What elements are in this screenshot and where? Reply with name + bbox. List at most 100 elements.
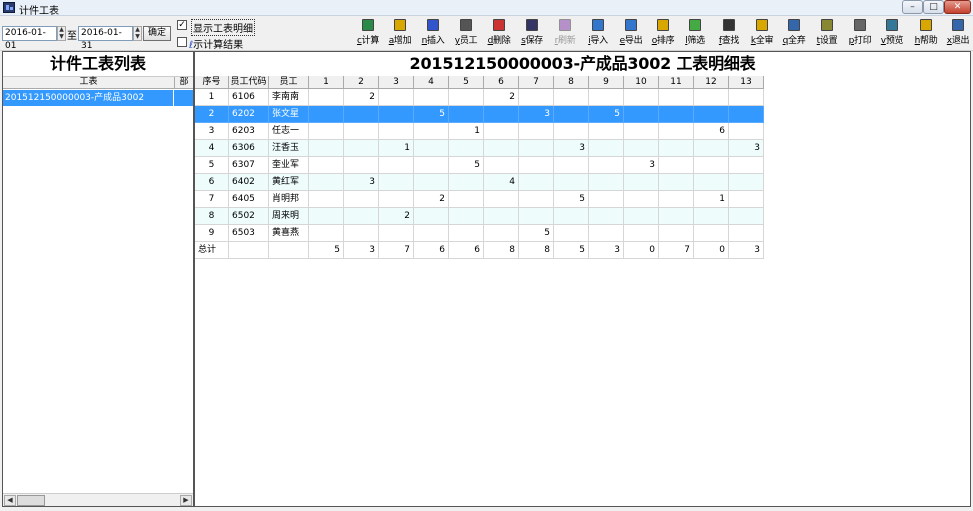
quantity-cell[interactable]: [659, 123, 694, 140]
employee-code-cell[interactable]: 6306: [229, 140, 269, 157]
add-button[interactable]: a增加: [384, 18, 416, 49]
quantity-cell[interactable]: [484, 123, 519, 140]
quantity-cell[interactable]: [659, 140, 694, 157]
quantity-cell[interactable]: 1: [694, 191, 729, 208]
quantity-cell[interactable]: [729, 106, 764, 123]
column-header[interactable]: 序号: [195, 76, 229, 89]
import-button[interactable]: i导入: [582, 18, 614, 49]
minimize-button[interactable]: –: [902, 0, 923, 14]
quantity-cell[interactable]: [659, 208, 694, 225]
quantity-cell[interactable]: [554, 106, 589, 123]
dept-column-header[interactable]: 部: [175, 77, 193, 89]
column-header[interactable]: 3: [379, 76, 414, 89]
employee-name-cell[interactable]: 黄喜燕: [269, 225, 309, 242]
quantity-cell[interactable]: 5: [414, 106, 449, 123]
sort-button[interactable]: o排序: [647, 18, 679, 49]
quantity-cell[interactable]: [344, 191, 379, 208]
column-header[interactable]: 10: [624, 76, 659, 89]
quantity-cell[interactable]: [694, 174, 729, 191]
quantity-cell[interactable]: [624, 208, 659, 225]
quantity-cell[interactable]: [414, 208, 449, 225]
quantity-cell[interactable]: [694, 225, 729, 242]
quantity-cell[interactable]: [414, 140, 449, 157]
confirm-button[interactable]: 确定: [143, 26, 171, 41]
quantity-cell[interactable]: [519, 208, 554, 225]
quantity-cell[interactable]: [659, 191, 694, 208]
quantity-cell[interactable]: [694, 140, 729, 157]
quantity-cell[interactable]: [554, 157, 589, 174]
quantity-cell[interactable]: [379, 191, 414, 208]
quantity-cell[interactable]: 5: [589, 106, 624, 123]
quantity-cell[interactable]: [624, 174, 659, 191]
quantity-cell[interactable]: [344, 140, 379, 157]
quantity-cell[interactable]: 1: [449, 123, 484, 140]
quantity-cell[interactable]: [659, 225, 694, 242]
quantity-cell[interactable]: 5: [554, 191, 589, 208]
quantity-cell[interactable]: 3: [344, 174, 379, 191]
quantity-cell[interactable]: [589, 225, 624, 242]
employee-code-cell[interactable]: 6502: [229, 208, 269, 225]
filter-button[interactable]: l筛选: [679, 18, 711, 49]
column-header[interactable]: 2: [344, 76, 379, 89]
quantity-cell[interactable]: [729, 157, 764, 174]
quantity-cell[interactable]: [519, 123, 554, 140]
column-header[interactable]: 11: [659, 76, 694, 89]
quantity-cell[interactable]: [309, 89, 344, 106]
employee-code-cell[interactable]: 6405: [229, 191, 269, 208]
quantity-cell[interactable]: [414, 157, 449, 174]
employee-name-cell[interactable]: 奎业军: [269, 157, 309, 174]
column-header[interactable]: 员工: [269, 76, 309, 89]
sheet-column-header[interactable]: 工表: [3, 77, 175, 89]
employee-code-cell[interactable]: 6503: [229, 225, 269, 242]
quantity-cell[interactable]: [624, 191, 659, 208]
employee-name-cell[interactable]: 周来明: [269, 208, 309, 225]
calculate-button[interactable]: c计算: [352, 18, 384, 49]
quantity-cell[interactable]: [519, 89, 554, 106]
maximize-button[interactable]: □: [923, 0, 944, 14]
quantity-cell[interactable]: [344, 157, 379, 174]
quantity-cell[interactable]: 2: [344, 89, 379, 106]
scroll-thumb[interactable]: [17, 495, 45, 506]
quantity-cell[interactable]: [589, 140, 624, 157]
quantity-cell[interactable]: [624, 225, 659, 242]
column-header[interactable]: 4: [414, 76, 449, 89]
quantity-cell[interactable]: [344, 225, 379, 242]
quantity-cell[interactable]: [379, 89, 414, 106]
insert-button[interactable]: n插入: [417, 18, 449, 49]
column-header[interactable]: 8: [554, 76, 589, 89]
quantity-cell[interactable]: [729, 225, 764, 242]
quantity-cell[interactable]: [379, 123, 414, 140]
quantity-cell[interactable]: [449, 89, 484, 106]
quantity-cell[interactable]: [309, 157, 344, 174]
quantity-cell[interactable]: [379, 174, 414, 191]
quantity-cell[interactable]: [344, 123, 379, 140]
employee-name-cell[interactable]: 任志一: [269, 123, 309, 140]
print-button[interactable]: p打印: [844, 18, 876, 49]
quantity-cell[interactable]: [309, 225, 344, 242]
export-button[interactable]: e导出: [615, 18, 647, 49]
quantity-cell[interactable]: [449, 208, 484, 225]
quantity-cell[interactable]: [729, 174, 764, 191]
quantity-cell[interactable]: [344, 106, 379, 123]
quantity-cell[interactable]: 3: [624, 157, 659, 174]
column-header[interactable]: 员工代码: [229, 76, 269, 89]
quantity-cell[interactable]: [624, 89, 659, 106]
quantity-cell[interactable]: [519, 157, 554, 174]
help-button[interactable]: h帮助: [910, 18, 942, 49]
quantity-cell[interactable]: [309, 174, 344, 191]
quantity-cell[interactable]: 5: [519, 225, 554, 242]
column-header[interactable]: 9: [589, 76, 624, 89]
find-button[interactable]: f查找: [713, 18, 745, 49]
settings-button[interactable]: t设置: [811, 18, 843, 49]
quantity-cell[interactable]: [589, 208, 624, 225]
quantity-cell[interactable]: [694, 106, 729, 123]
employee-name-cell[interactable]: 黄红军: [269, 174, 309, 191]
quantity-cell[interactable]: [379, 225, 414, 242]
quantity-cell[interactable]: [414, 174, 449, 191]
start-date-input[interactable]: 2016-01-01: [2, 26, 57, 51]
quantity-cell[interactable]: [484, 225, 519, 242]
employee-code-cell[interactable]: 6307: [229, 157, 269, 174]
quantity-cell[interactable]: [589, 157, 624, 174]
quantity-cell[interactable]: [309, 140, 344, 157]
employee-name-cell[interactable]: 汪香玉: [269, 140, 309, 157]
